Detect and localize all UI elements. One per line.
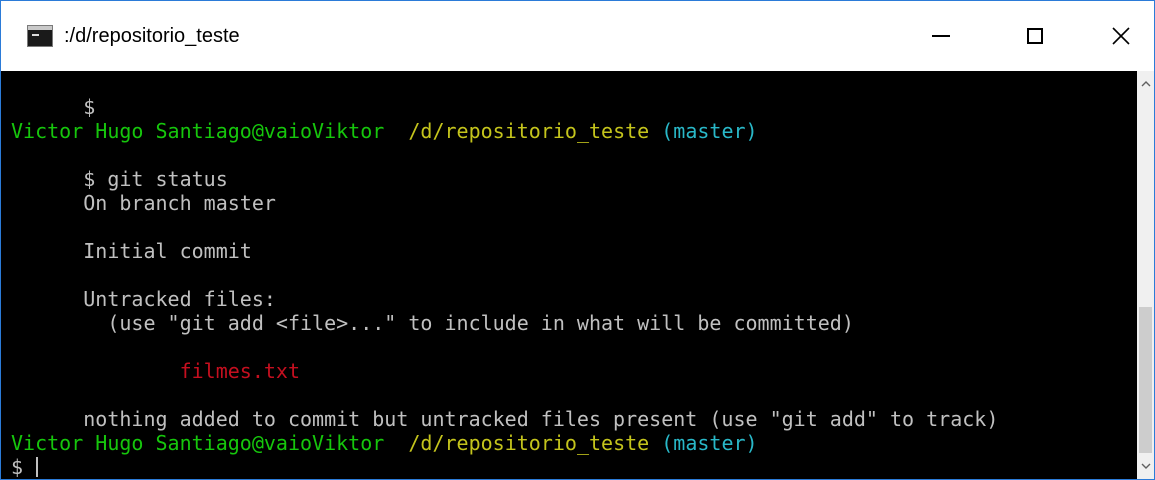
initial-commit-text: Initial commit <box>83 239 252 263</box>
prompt-branch: (master) <box>661 431 758 455</box>
text-cursor <box>36 457 39 477</box>
line-text: $ <box>83 95 96 119</box>
chevron-up-icon <box>1141 80 1150 86</box>
scroll-down-button[interactable] <box>1137 457 1154 474</box>
output-line: (use "git add <file>..." to include in w… <box>11 287 854 335</box>
prompt-user: Victor Hugo Santiago@vaioViktor <box>11 431 385 455</box>
untracked-file-name: filmes.txt <box>83 359 300 383</box>
untracked-hint-text: (use "git add <file>..." to include in w… <box>83 311 854 335</box>
output-line: Untracked files: <box>11 263 276 311</box>
summary-text: nothing added to commit but untracked fi… <box>83 407 999 431</box>
close-button[interactable] <box>1073 1 1154 71</box>
output-line: On branch master <box>11 167 276 215</box>
chevron-down-icon <box>1141 463 1150 469</box>
scroll-up-button[interactable] <box>1137 75 1154 92</box>
prompt-user: Victor Hugo Santiago@vaioViktor <box>11 119 385 143</box>
maximize-icon <box>1027 28 1043 44</box>
prompt-line: Victor Hugo Santiago@vaioViktor /d/repos… <box>11 431 758 455</box>
window-title: :/d/repositorio_teste <box>64 24 240 47</box>
close-icon <box>1112 27 1130 45</box>
vertical-scrollbar[interactable] <box>1137 71 1154 479</box>
terminal-output[interactable]: $ Victor Hugo Santiago@vaioViktor /d/rep… <box>1 71 1137 479</box>
input-line[interactable]: $ <box>11 455 39 479</box>
prompt-line: Victor Hugo Santiago@vaioViktor /d/repos… <box>11 119 758 143</box>
minimize-icon <box>932 35 950 37</box>
on-branch-text: On branch master <box>83 191 276 215</box>
command-line: $ git status <box>11 143 228 191</box>
prompt-path: /d/repositorio_teste <box>408 119 650 143</box>
output-line: nothing added to commit but untracked fi… <box>11 383 998 431</box>
terminal-window: :/d/repositorio_teste $ Victor Hugo Sant… <box>0 0 1155 480</box>
prompt-path: /d/repositorio_teste <box>408 431 650 455</box>
input-prompt: $ <box>11 455 36 479</box>
prompt-symbol-line: $ <box>11 71 95 119</box>
minimize-button[interactable] <box>893 1 989 71</box>
output-line: Initial commit <box>11 215 252 263</box>
untracked-file-line: filmes.txt <box>11 335 300 383</box>
terminal-app-icon[interactable] <box>27 25 53 47</box>
scroll-thumb[interactable] <box>1139 307 1152 453</box>
maximize-button[interactable] <box>987 1 1083 71</box>
prompt-branch: (master) <box>661 119 758 143</box>
title-bar[interactable]: :/d/repositorio_teste <box>1 1 1154 71</box>
